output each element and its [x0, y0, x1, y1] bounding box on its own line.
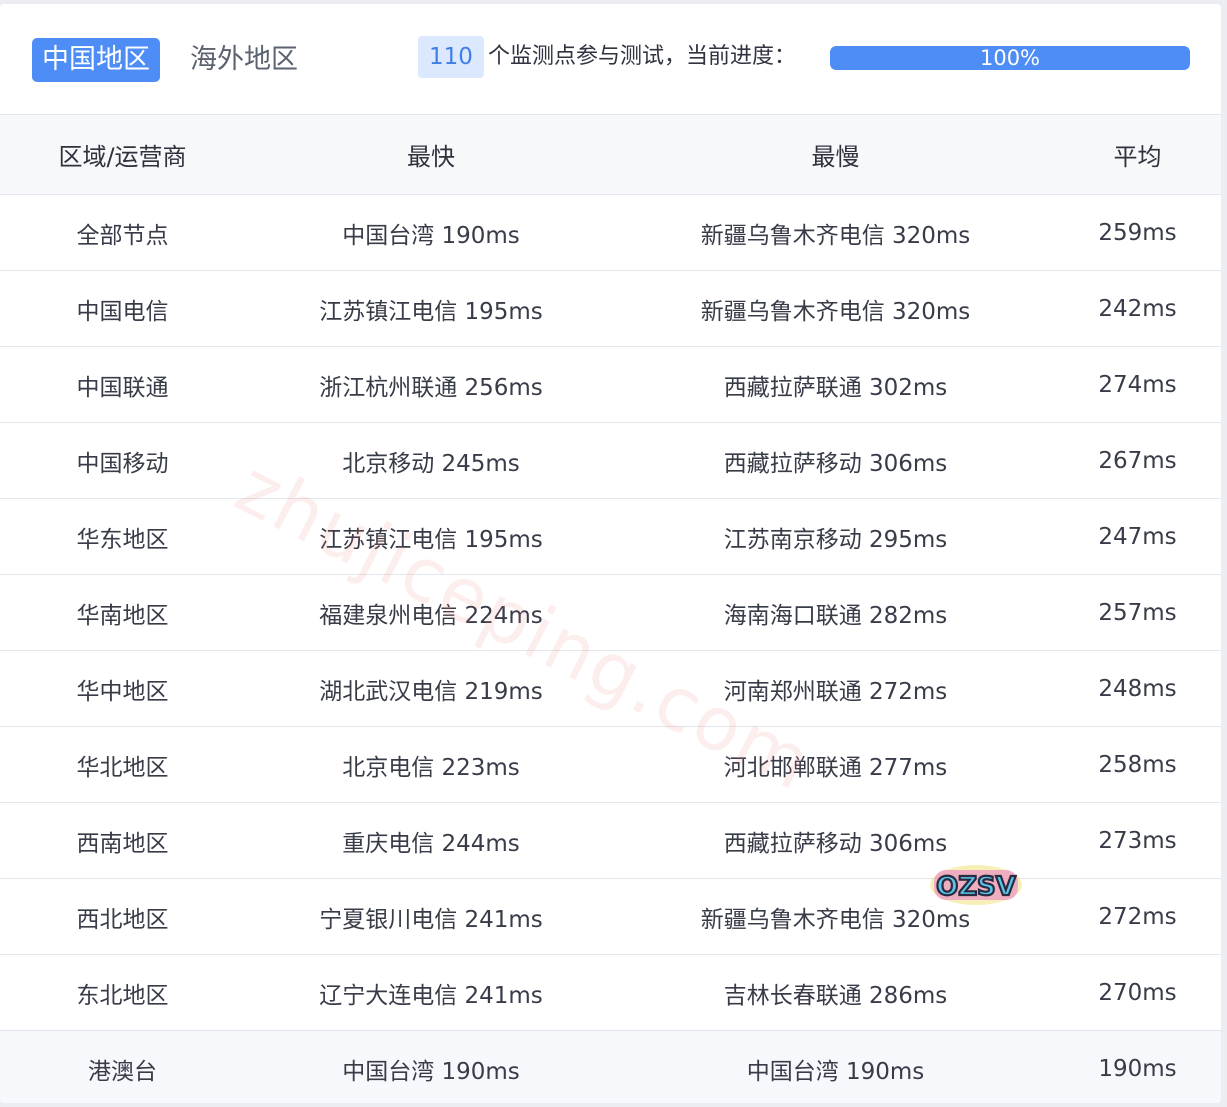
cell-average: 257ms [1098, 599, 1177, 626]
table-row: 华南地区 福建泉州电信 224ms 海南海口联通 282ms 257ms [0, 574, 1221, 650]
cell-fastest: 重庆电信 244ms [342, 830, 520, 857]
tab-china[interactable]: 中国地区 [32, 38, 160, 82]
cell-average: 247ms [1098, 523, 1177, 550]
table-row: 中国联通 浙江杭州联通 256ms 西藏拉萨联通 302ms 274ms [0, 346, 1221, 422]
cell-fastest: 湖北武汉电信 219ms [319, 678, 543, 705]
cell-region: 中国移动 [76, 450, 169, 477]
cell-fastest: 宁夏银川电信 241ms [319, 906, 543, 933]
cell-slowest: 新疆乌鲁木齐电信 320ms [700, 906, 971, 933]
cell-region: 全部节点 [76, 222, 169, 249]
cell-region: 华南地区 [76, 602, 169, 629]
cell-average: 274ms [1098, 371, 1177, 398]
cell-fastest: 江苏镇江电信 195ms [319, 298, 543, 325]
table-row: 西南地区 重庆电信 244ms 西藏拉萨移动 306ms 273ms [0, 802, 1221, 878]
cell-slowest: 西藏拉萨移动 306ms [723, 450, 948, 477]
cell-fastest: 北京电信 223ms [342, 754, 520, 781]
cell-slowest: 江苏南京移动 295ms [723, 526, 948, 553]
cell-slowest: 西藏拉萨联通 302ms [723, 374, 948, 401]
cell-average: 242ms [1098, 295, 1177, 322]
cell-region: 中国电信 [76, 298, 169, 325]
cell-average: 190ms [1098, 1055, 1177, 1082]
cell-fastest: 江苏镇江电信 195ms [319, 526, 543, 553]
cell-region: 西南地区 [76, 830, 169, 857]
cell-fastest: 中国台湾 190ms [342, 1058, 520, 1085]
cell-slowest: 海南海口联通 282ms [723, 602, 948, 629]
cell-slowest: 新疆乌鲁木齐电信 320ms [700, 298, 971, 325]
cell-fastest: 北京移动 245ms [342, 450, 520, 477]
table-row: 西北地区 宁夏银川电信 241ms 新疆乌鲁木齐电信 320ms 272ms [0, 878, 1221, 954]
progress-caption: 个监测点参与测试，当前进度： [488, 44, 797, 69]
table-body: 全部节点 中国台湾 190ms 新疆乌鲁木齐电信 320ms 259ms 中国电信 江苏镇… [0, 194, 1221, 1103]
cell-slowest: 中国台湾 190ms [746, 1058, 925, 1085]
cell-slowest: 河南郑州联通 272ms [723, 678, 948, 705]
results-table: 区域/运营商 最快 最慢 平均 全部节点 中国台湾 190ms 新疆乌鲁木齐电信 3… [0, 114, 1221, 1103]
table-row: 中国电信 江苏镇江电信 195ms 新疆乌鲁木齐电信 320ms 242ms [0, 270, 1221, 346]
header-region: 区域/运营商 [58, 143, 187, 171]
cell-average: 272ms [1098, 903, 1177, 930]
top-bar: 中国地区 海外地区 110 个监测点参与测试，当前进度： 100% [0, 4, 1221, 114]
table-row: 中国移动 北京移动 245ms 西藏拉萨移动 306ms 267ms [0, 422, 1221, 498]
header-average: 平均 [1113, 143, 1162, 171]
cell-average: 273ms [1098, 827, 1177, 854]
cell-region: 华北地区 [76, 754, 169, 781]
table-row: 华东地区 江苏镇江电信 195ms 江苏南京移动 295ms 247ms [0, 498, 1221, 574]
table-row: 全部节点 中国台湾 190ms 新疆乌鲁木齐电信 320ms 259ms [0, 194, 1221, 270]
node-count-badge: 110 [418, 36, 484, 78]
progress-bar: 100% [830, 46, 1190, 70]
progress-percent: 100% [979, 46, 1041, 70]
cell-average: 248ms [1098, 675, 1177, 702]
cell-fastest: 辽宁大连电信 241ms [319, 982, 543, 1009]
cell-fastest: 中国台湾 190ms [342, 222, 520, 249]
header-fastest: 最快 [407, 143, 455, 171]
cell-average: 259ms [1098, 219, 1177, 246]
cell-average: 258ms [1098, 751, 1177, 778]
table-row: 华中地区 湖北武汉电信 219ms 河南郑州联通 272ms 248ms [0, 650, 1221, 726]
cell-region: 中国联通 [76, 374, 169, 401]
table-row: 港澳台 中国台湾 190ms 中国台湾 190ms 190ms [0, 1030, 1221, 1103]
cell-slowest: 新疆乌鲁木齐电信 320ms [700, 222, 971, 249]
cell-region: 华中地区 [76, 678, 169, 705]
cell-region: 华东地区 [76, 526, 169, 553]
cell-region: 港澳台 [88, 1058, 157, 1085]
cell-region: 西北地区 [76, 906, 169, 933]
speed-test-panel: 中国地区 海外地区 110 个监测点参与测试，当前进度： 100% 区域/运营商… [0, 4, 1221, 1103]
cell-slowest: 吉林长春联通 286ms [723, 982, 948, 1009]
table-header-row: 区域/运营商 最快 最慢 平均 [0, 114, 1221, 194]
header-slowest: 最慢 [811, 143, 860, 171]
cell-slowest: 西藏拉萨移动 306ms [723, 830, 948, 857]
cell-fastest: 浙江杭州联通 256ms [319, 374, 543, 401]
cell-average: 270ms [1098, 979, 1177, 1006]
tab-overseas[interactable]: 海外地区 [180, 38, 308, 82]
table-row: 东北地区 辽宁大连电信 241ms 吉林长春联通 286ms 270ms [0, 954, 1221, 1030]
cell-slowest: 河北邯郸联通 277ms [723, 754, 948, 781]
cell-average: 267ms [1098, 447, 1177, 474]
cell-region: 东北地区 [76, 982, 169, 1009]
table-row: 华北地区 北京电信 223ms 河北邯郸联通 277ms 258ms [0, 726, 1221, 802]
cell-fastest: 福建泉州电信 224ms [319, 602, 543, 629]
